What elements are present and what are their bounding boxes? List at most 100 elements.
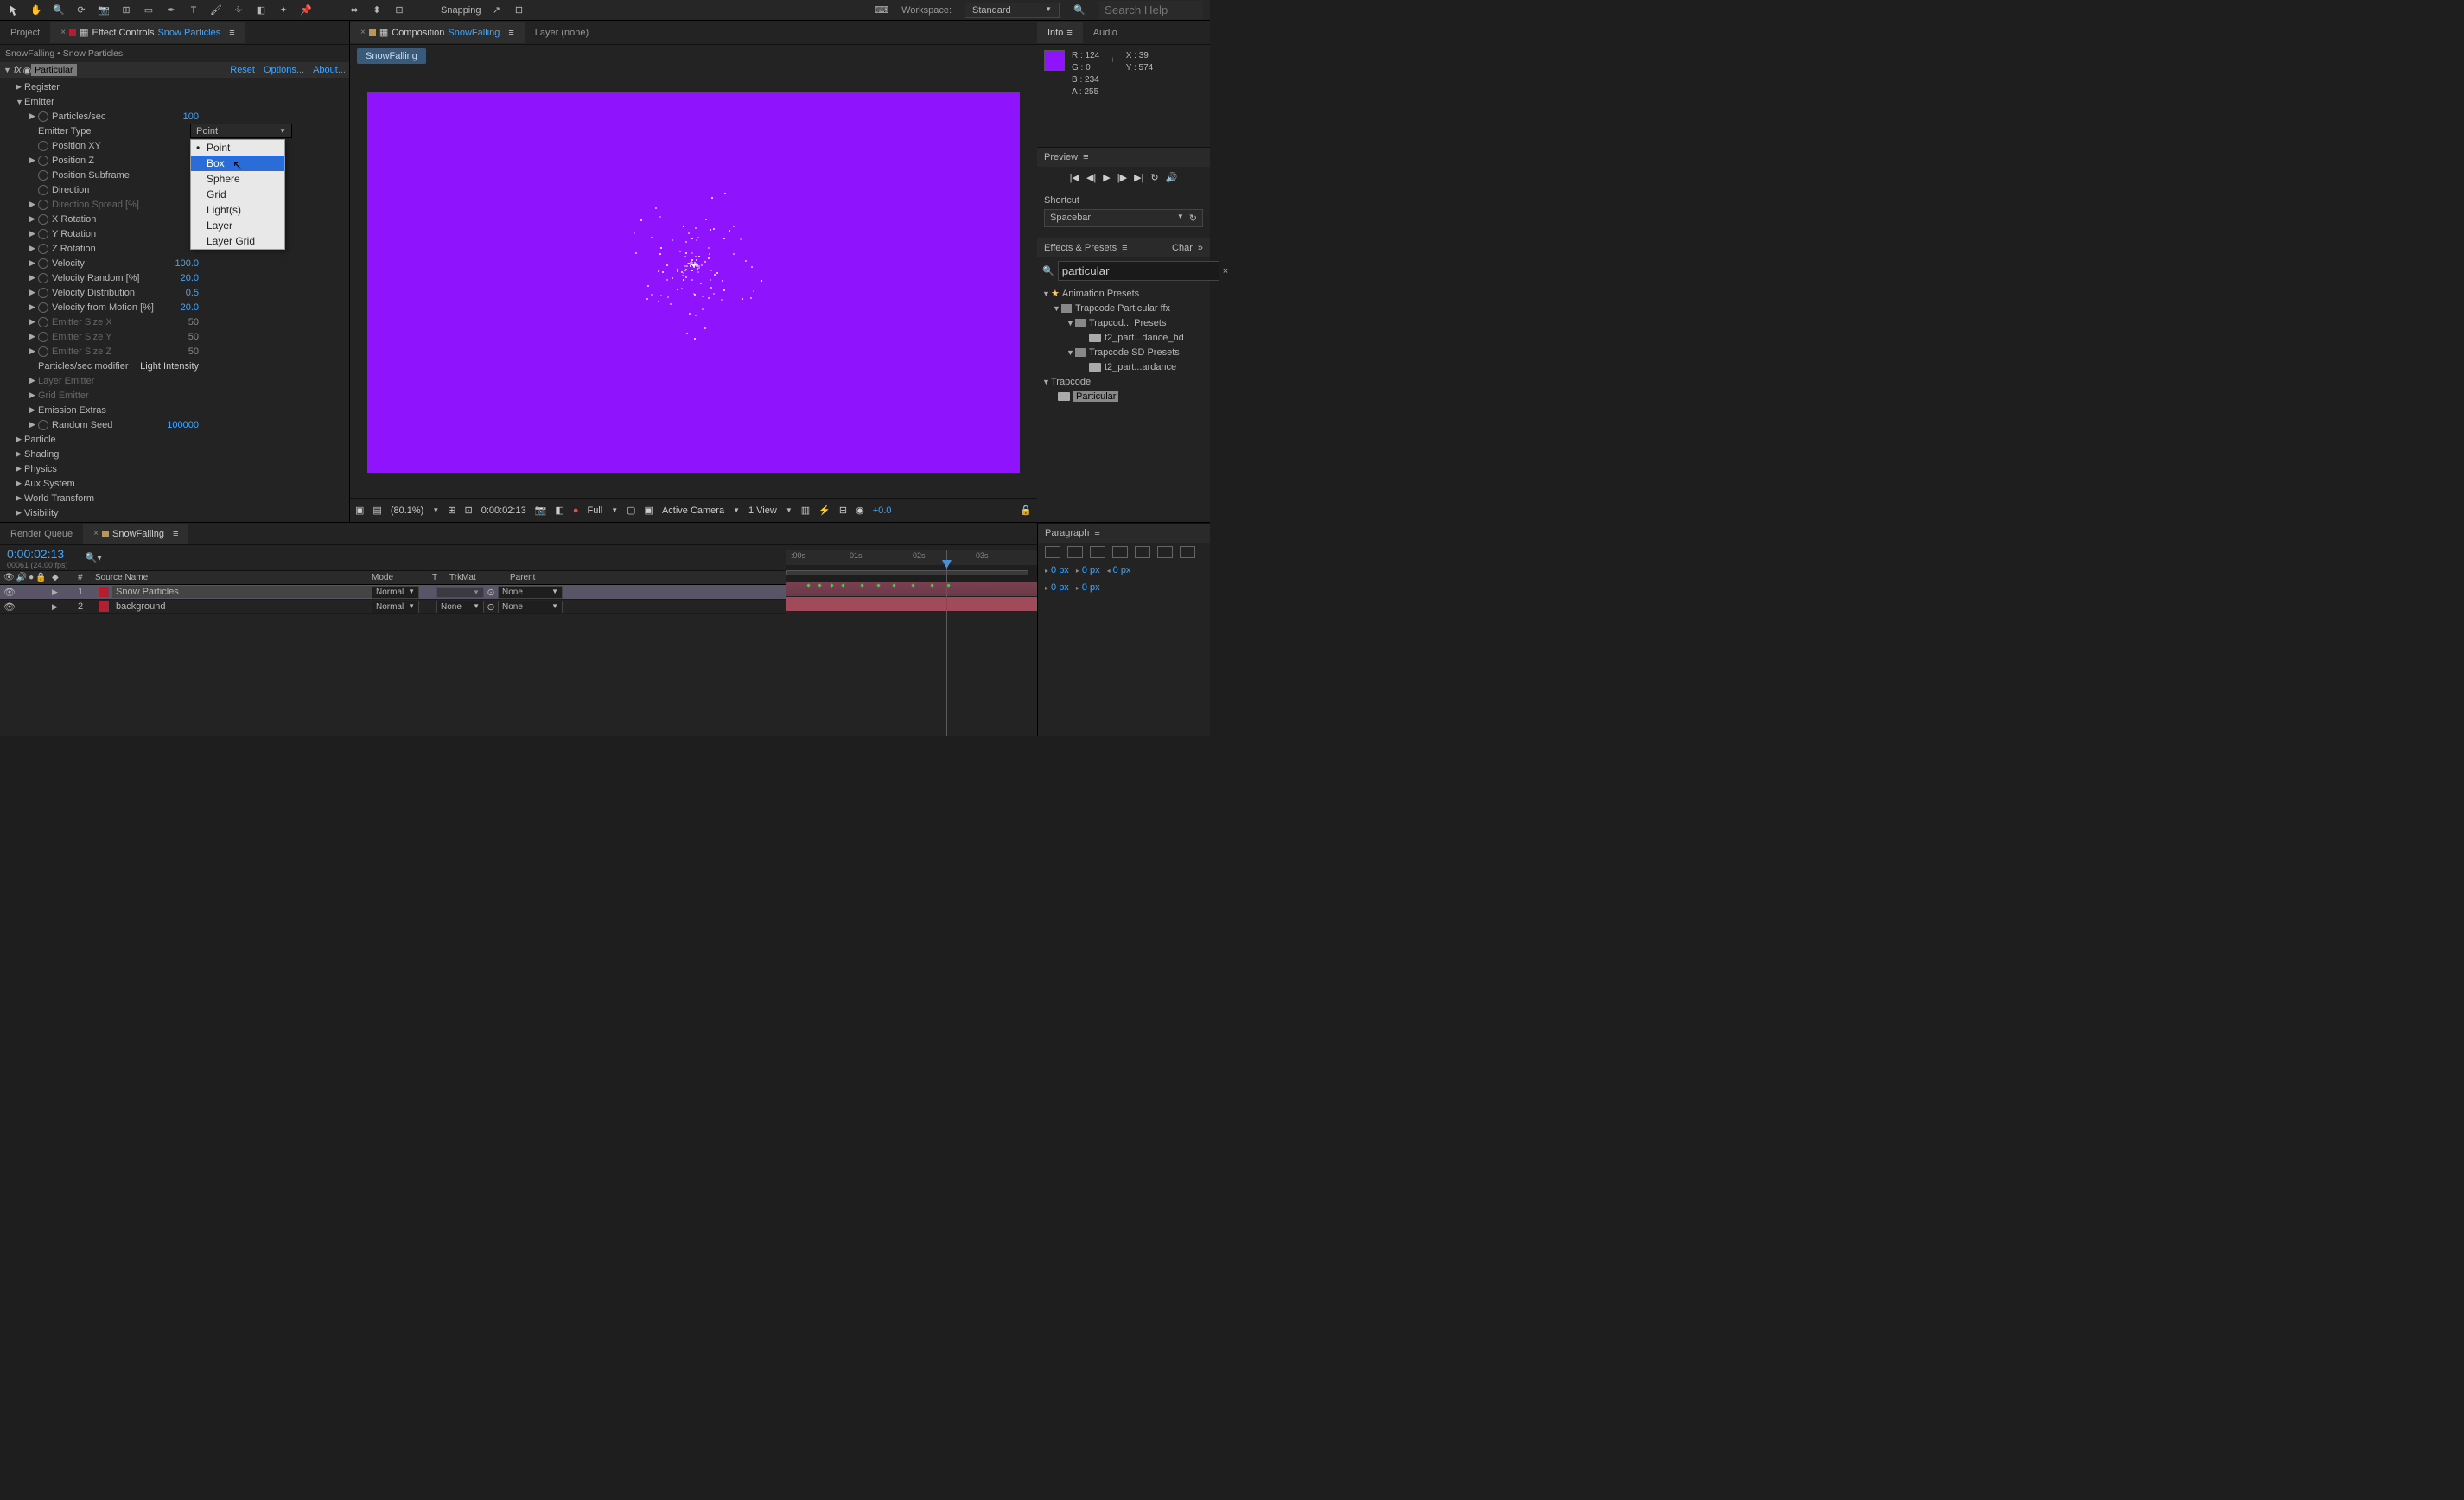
timecode-display[interactable]: 0:00:02:13 — [481, 505, 526, 516]
char-tab[interactable]: Char — [1172, 243, 1193, 253]
workspace-select[interactable]: Standard ▼ — [965, 3, 1060, 18]
current-timecode[interactable]: 0:00:02:13 — [7, 547, 68, 561]
panel-menu-icon[interactable]: ≡ — [1066, 28, 1072, 38]
direction-spread-prop[interactable]: ▶Direction Spread [%] — [0, 197, 349, 212]
indent-right-input[interactable]: ◂0 px — [1107, 565, 1131, 575]
label-col-icon[interactable]: ◆ — [52, 573, 59, 582]
view1-icon[interactable]: ▢ — [627, 505, 635, 516]
snapshot-icon[interactable]: 📷 — [535, 505, 547, 516]
alpha-icon[interactable]: ▣ — [355, 505, 364, 516]
register-group[interactable]: ▶Register — [0, 79, 349, 94]
resolution-select[interactable]: Full — [587, 505, 602, 516]
selection-tool-icon[interactable] — [7, 3, 21, 17]
velocity-motion-prop[interactable]: ▶Velocity from Motion [%]20.0 — [0, 300, 349, 315]
flowchart-icon[interactable]: ◉ — [856, 505, 864, 516]
effect-name[interactable]: Particular — [31, 64, 76, 76]
popup-option-lights[interactable]: Light(s) — [191, 202, 284, 218]
justify-right-icon[interactable] — [1157, 546, 1173, 558]
emission-extras-group[interactable]: ▶Emission Extras — [0, 403, 349, 417]
layer-name[interactable]: Snow Particles — [112, 586, 372, 598]
emitter-size-x-prop[interactable]: ▶Emitter Size X50 — [0, 315, 349, 329]
stopwatch-icon[interactable] — [38, 156, 48, 166]
clear-search-icon[interactable]: × — [1223, 266, 1228, 276]
snap2-icon[interactable]: ⊡ — [513, 3, 526, 17]
velocity-distribution-prop[interactable]: ▶Velocity Distribution0.5 — [0, 285, 349, 300]
pixel-aspect-icon[interactable]: ▥ — [801, 505, 810, 516]
effect-enable-icon[interactable]: ◉ — [23, 65, 32, 76]
snap-icon[interactable]: ↗ — [490, 3, 504, 17]
visibility-group[interactable]: ▶Visibility — [0, 505, 349, 520]
shortcut-select[interactable]: Spacebar▼ ↻ — [1044, 209, 1203, 227]
loop-button[interactable]: ↻ — [1150, 172, 1158, 183]
stopwatch-icon[interactable] — [38, 302, 48, 313]
stopwatch-icon[interactable] — [38, 214, 48, 225]
emitter-type-prop[interactable]: Emitter Type Point▼ — [0, 124, 349, 138]
eraser-tool-icon[interactable]: ◧ — [254, 3, 268, 17]
lock-icon[interactable]: 🔒 — [1020, 505, 1032, 516]
justify-all-icon[interactable] — [1180, 546, 1195, 558]
options-link[interactable]: Options... — [264, 65, 304, 75]
axis-view-icon[interactable]: ⊡ — [392, 3, 406, 17]
physics-group[interactable]: ▶Physics — [0, 461, 349, 476]
layer-emitter-group[interactable]: ▶Layer Emitter — [0, 373, 349, 388]
position-xy-prop[interactable]: Position XY — [0, 138, 349, 153]
panel-menu-icon[interactable]: ≡ — [1094, 528, 1099, 538]
camera-tool-icon[interactable]: 📷 — [97, 3, 111, 17]
tree-preset-ardance[interactable]: t2_part...ardance — [1037, 359, 1210, 374]
stopwatch-icon[interactable] — [38, 420, 48, 430]
emitter-group[interactable]: ▼Emitter — [0, 94, 349, 109]
pickwhip-icon[interactable]: ⊙ — [484, 587, 498, 598]
shading-group[interactable]: ▶Shading — [0, 447, 349, 461]
exposure-value[interactable]: +0.0 — [873, 505, 892, 516]
layer-color-swatch[interactable] — [99, 587, 109, 597]
justify-left-icon[interactable] — [1112, 546, 1128, 558]
tree-trapcode-ffx[interactable]: ▼Trapcode Particular ffx — [1037, 301, 1210, 315]
eye-icon[interactable]: 👁 — [3, 601, 16, 613]
stopwatch-icon[interactable] — [38, 229, 48, 239]
last-frame-button[interactable]: ▶| — [1134, 172, 1143, 183]
fast-preview-icon[interactable]: ⚡ — [818, 505, 831, 516]
roto-tool-icon[interactable]: ✦ — [277, 3, 290, 17]
align-center-icon[interactable] — [1067, 546, 1083, 558]
close-icon[interactable]: × — [60, 28, 66, 37]
psec-modifier-prop[interactable]: Particles/sec modifierLight Intensity — [0, 359, 349, 373]
lock-col-icon[interactable]: 🔒 — [35, 573, 46, 582]
grid-emitter-group[interactable]: ▶Grid Emitter — [0, 388, 349, 403]
camera-select[interactable]: Active Camera — [662, 505, 724, 516]
popup-option-point[interactable]: Point — [191, 140, 284, 156]
panel-menu-icon[interactable]: ≡ — [173, 529, 178, 539]
rect-tool-icon[interactable]: ▭ — [142, 3, 156, 17]
z-rotation-prop[interactable]: ▶Z Rotation — [0, 241, 349, 256]
stopwatch-icon[interactable] — [38, 200, 48, 210]
velocity-random-prop[interactable]: ▶Velocity Random [%]20.0 — [0, 270, 349, 285]
space-after-input[interactable]: ▸0 px — [1076, 582, 1100, 593]
indent-first-input[interactable]: ▸0 px — [1076, 565, 1100, 575]
velocity-prop[interactable]: ▶Velocity100.0 — [0, 256, 349, 270]
panel-menu-icon[interactable]: ≡ — [229, 28, 234, 38]
stopwatch-icon[interactable] — [38, 185, 48, 195]
stopwatch-icon[interactable] — [38, 317, 48, 327]
playhead[interactable] — [946, 550, 947, 736]
stopwatch-icon[interactable] — [38, 288, 48, 298]
stopwatch-icon[interactable] — [38, 170, 48, 181]
timeline-graph[interactable]: :00s 01s 02s 03s — [786, 550, 1037, 736]
tree-preset-dance[interactable]: t2_part...dance_hd — [1037, 330, 1210, 345]
axis-world-icon[interactable]: ⬍ — [370, 3, 384, 17]
pan-behind-tool-icon[interactable]: ⊞ — [119, 3, 133, 17]
layer-1-track[interactable] — [786, 582, 1037, 597]
layer-color-swatch[interactable] — [99, 601, 109, 612]
breadcrumb-pill[interactable]: SnowFalling — [357, 48, 426, 64]
project-tab[interactable]: Project — [0, 22, 50, 43]
indent-left-input[interactable]: ▸0 px — [1045, 565, 1069, 575]
tree-trapcode-sd[interactable]: ▼Trapcode SD Presets — [1037, 345, 1210, 359]
align-right-icon[interactable] — [1090, 546, 1105, 558]
tree-trapcod-presets[interactable]: ▼Trapcod... Presets — [1037, 315, 1210, 330]
channel-icon[interactable]: ▤ — [372, 505, 381, 516]
pen-tool-icon[interactable]: ✒ — [164, 3, 178, 17]
timeline-ruler[interactable]: :00s 01s 02s 03s — [786, 550, 1037, 565]
axis-local-icon[interactable]: ⬌ — [347, 3, 361, 17]
search-icon[interactable]: 🔍▾ — [86, 552, 102, 563]
twirl-icon[interactable]: ▼ — [3, 66, 12, 74]
stopwatch-icon[interactable] — [38, 273, 48, 283]
play-button[interactable]: ▶ — [1103, 172, 1110, 183]
